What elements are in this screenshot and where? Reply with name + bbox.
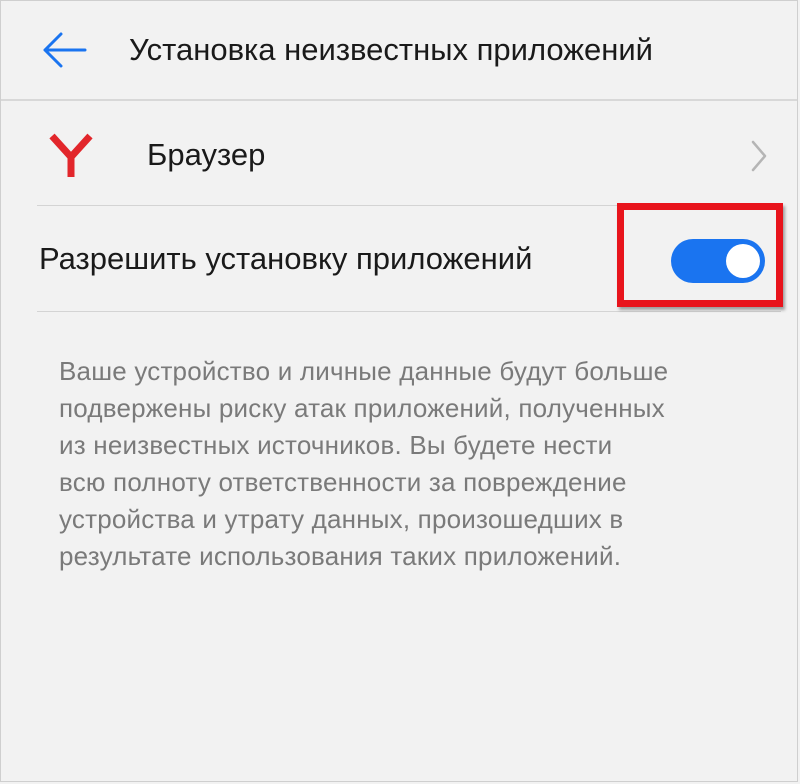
app-row-browser[interactable]: Браузер [37,105,781,206]
toggle-knob [726,244,760,278]
chevron-right-icon [751,140,767,172]
yandex-browser-icon [49,133,93,177]
warning-line: подвержены риску атак приложений, получе… [59,393,665,423]
back-button[interactable] [37,27,91,73]
warning-text: Ваше устройство и личные данные будут бо… [59,353,759,575]
allow-install-toggle[interactable] [671,239,765,283]
warning-line: результате использования таких приложени… [59,541,622,571]
warning-line: устройства и утрату данных, произошедших… [59,504,624,534]
warning-line: из неизвестных источников. Вы будете нес… [59,430,613,460]
warning-line: Ваше устройство и личные данные будут бо… [59,356,669,386]
page-title: Установка неизвестных приложений [129,32,654,67]
warning-line: всю полноту ответственности за поврежден… [59,467,627,497]
header-bar: Установка неизвестных приложений [1,1,797,101]
app-name: Браузер [147,137,266,172]
settings-screen: Установка неизвестных приложений Браузер… [0,0,798,782]
allow-install-label: Разрешить установку приложений [39,241,533,276]
arrow-left-icon [43,32,87,68]
